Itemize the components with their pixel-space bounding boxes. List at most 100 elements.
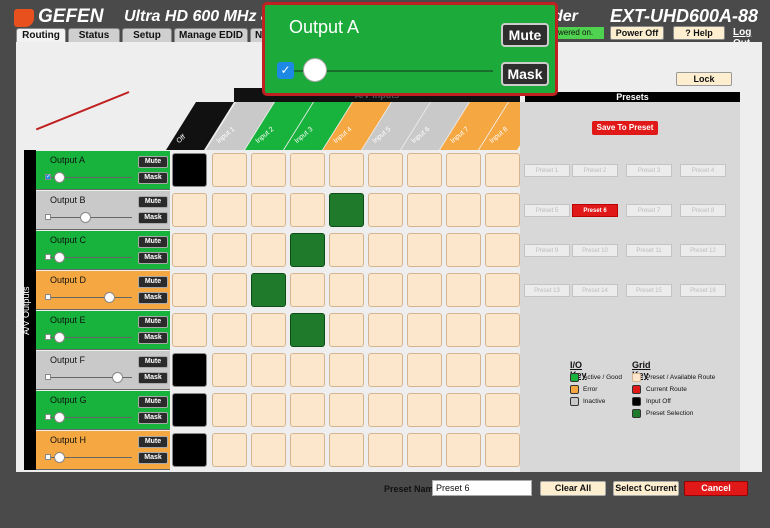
- routing-cell[interactable]: [251, 193, 286, 227]
- tab-setup[interactable]: Setup: [122, 28, 172, 42]
- mask-button[interactable]: Mask: [138, 372, 168, 384]
- tab-routing[interactable]: Routing: [16, 28, 66, 42]
- zoom-volume-knob[interactable]: [303, 58, 327, 82]
- routing-cell[interactable]: [407, 353, 442, 387]
- routing-cell[interactable]: [172, 433, 207, 467]
- mute-button[interactable]: Mute: [138, 236, 168, 248]
- routing-cell[interactable]: [212, 153, 247, 187]
- routing-cell[interactable]: [290, 153, 325, 187]
- help-button[interactable]: ? Help: [673, 26, 725, 40]
- routing-cell[interactable]: [368, 273, 403, 307]
- routing-cell[interactable]: [329, 393, 364, 427]
- routing-cell[interactable]: [251, 433, 286, 467]
- preset-button[interactable]: Preset 7: [626, 204, 672, 217]
- mute-button[interactable]: Mute: [138, 276, 168, 288]
- routing-cell[interactable]: [290, 353, 325, 387]
- routing-cell[interactable]: [172, 393, 207, 427]
- preset-button[interactable]: Preset 12: [680, 244, 726, 257]
- volume-track[interactable]: [46, 297, 132, 298]
- routing-cell[interactable]: [407, 433, 442, 467]
- routing-cell[interactable]: [172, 353, 207, 387]
- mute-button[interactable]: Mute: [138, 316, 168, 328]
- routing-cell[interactable]: [368, 153, 403, 187]
- save-to-preset-button[interactable]: Save To Preset: [592, 121, 658, 135]
- routing-cell[interactable]: [290, 233, 325, 267]
- output-checkbox[interactable]: [45, 294, 51, 300]
- preset-name-input[interactable]: Preset 6: [432, 480, 532, 496]
- routing-cell[interactable]: [290, 273, 325, 307]
- power-off-button[interactable]: Power Off: [610, 26, 664, 40]
- output-checkbox[interactable]: [45, 254, 51, 260]
- routing-cell[interactable]: [251, 153, 286, 187]
- output-checkbox[interactable]: [45, 454, 51, 460]
- zoom-mute-button[interactable]: Mute: [501, 23, 549, 47]
- preset-button[interactable]: Preset 3: [626, 164, 672, 177]
- volume-knob[interactable]: [103, 292, 115, 303]
- routing-cell[interactable]: [251, 393, 286, 427]
- mask-button[interactable]: Mask: [138, 172, 168, 184]
- routing-cell[interactable]: [485, 353, 520, 387]
- routing-cell[interactable]: [212, 353, 247, 387]
- volume-knob[interactable]: [53, 332, 65, 343]
- routing-cell[interactable]: [251, 313, 286, 347]
- preset-button[interactable]: Preset 4: [680, 164, 726, 177]
- cancel-button[interactable]: Cancel: [684, 481, 748, 496]
- preset-button[interactable]: Preset 16: [680, 284, 726, 297]
- volume-knob[interactable]: [112, 372, 124, 383]
- routing-cell[interactable]: [212, 313, 247, 347]
- routing-cell[interactable]: [329, 433, 364, 467]
- routing-cell[interactable]: [407, 193, 442, 227]
- routing-cell[interactable]: [368, 313, 403, 347]
- routing-cell[interactable]: [407, 233, 442, 267]
- mask-button[interactable]: Mask: [138, 292, 168, 304]
- volume-knob[interactable]: [53, 252, 65, 263]
- mask-button[interactable]: Mask: [138, 332, 168, 344]
- routing-cell[interactable]: [212, 393, 247, 427]
- preset-button[interactable]: Preset 10: [572, 244, 618, 257]
- routing-cell[interactable]: [485, 193, 520, 227]
- zoom-checkbox[interactable]: ✓: [277, 62, 294, 79]
- routing-cell[interactable]: [329, 233, 364, 267]
- routing-cell[interactable]: [368, 353, 403, 387]
- routing-cell[interactable]: [446, 353, 481, 387]
- preset-button[interactable]: Preset 15: [626, 284, 672, 297]
- mute-button[interactable]: Mute: [138, 196, 168, 208]
- routing-cell[interactable]: [172, 233, 207, 267]
- output-checkbox[interactable]: [45, 334, 51, 340]
- preset-button[interactable]: Preset 11: [626, 244, 672, 257]
- mute-button[interactable]: Mute: [138, 356, 168, 368]
- volume-knob[interactable]: [80, 212, 92, 223]
- zoom-mask-button[interactable]: Mask: [501, 62, 549, 86]
- mask-button[interactable]: Mask: [138, 412, 168, 424]
- routing-cell[interactable]: [368, 233, 403, 267]
- volume-knob[interactable]: [53, 452, 65, 463]
- output-checkbox[interactable]: [45, 414, 51, 420]
- routing-cell[interactable]: [446, 313, 481, 347]
- preset-button[interactable]: Preset 1: [524, 164, 570, 177]
- routing-cell[interactable]: [446, 193, 481, 227]
- routing-cell[interactable]: [212, 433, 247, 467]
- routing-cell[interactable]: [172, 273, 207, 307]
- routing-cell[interactable]: [212, 233, 247, 267]
- routing-cell[interactable]: [407, 273, 442, 307]
- mask-button[interactable]: Mask: [138, 452, 168, 464]
- mute-button[interactable]: Mute: [138, 156, 168, 168]
- output-checkbox[interactable]: ✓: [45, 174, 51, 180]
- routing-cell[interactable]: [407, 313, 442, 347]
- mute-button[interactable]: Mute: [138, 396, 168, 408]
- tab-status[interactable]: Status: [68, 28, 120, 42]
- output-checkbox[interactable]: [45, 374, 51, 380]
- routing-cell[interactable]: [251, 273, 286, 307]
- routing-cell[interactable]: [172, 313, 207, 347]
- mask-button[interactable]: Mask: [138, 212, 168, 224]
- preset-button[interactable]: Preset 9: [524, 244, 570, 257]
- routing-cell[interactable]: [407, 153, 442, 187]
- routing-cell[interactable]: [251, 353, 286, 387]
- output-checkbox[interactable]: [45, 214, 51, 220]
- preset-button[interactable]: Preset 13: [524, 284, 570, 297]
- routing-cell[interactable]: [329, 273, 364, 307]
- preset-button[interactable]: Preset 6: [572, 204, 618, 217]
- routing-cell[interactable]: [485, 393, 520, 427]
- preset-button[interactable]: Preset 8: [680, 204, 726, 217]
- lock-button[interactable]: Lock: [676, 72, 732, 86]
